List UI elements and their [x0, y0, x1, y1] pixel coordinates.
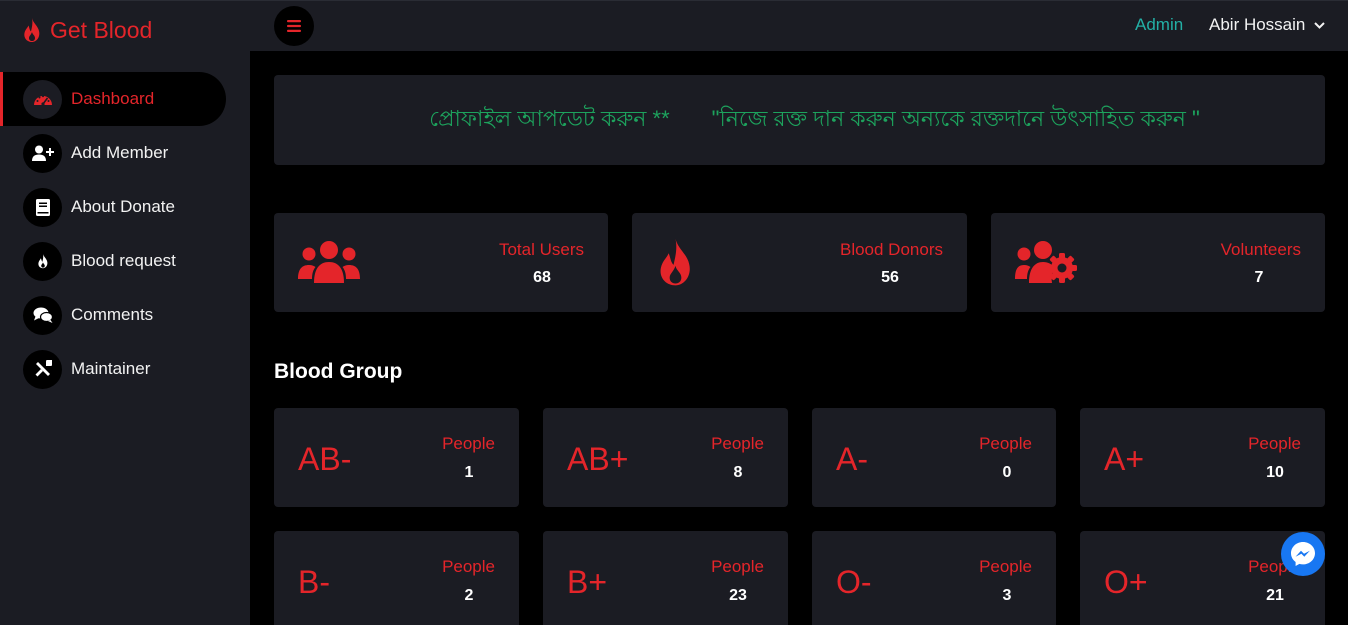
stat-value: 56 — [881, 269, 899, 286]
sidebar: Get Blood Dashboard Add Member About Don… — [0, 1, 250, 625]
sidebar-item-add-member[interactable]: Add Member — [0, 126, 250, 180]
user-role-label: Admin — [1135, 15, 1184, 34]
hamburger-icon — [287, 20, 301, 32]
messenger-icon — [1291, 542, 1315, 566]
blood-group-card-b-pos: B+ People 23 — [543, 531, 788, 625]
stat-value: 7 — [1254, 269, 1264, 286]
blood-group-name: B- — [298, 564, 330, 600]
blood-group-name: O+ — [1104, 564, 1148, 600]
sidebar-item-label: Comments — [71, 305, 154, 324]
sidebar-item-label: Add Member — [71, 143, 169, 162]
blood-group-name: B+ — [567, 564, 608, 600]
people-label: People — [711, 434, 764, 453]
tools-icon — [23, 349, 62, 389]
sidebar-item-about-donate[interactable]: About Donate — [0, 180, 250, 234]
notice-text-profile: প্রোফাইল আপডেট করুন ** — [429, 105, 670, 131]
menu-toggle-button[interactable] — [274, 6, 314, 46]
people-count: 21 — [1266, 587, 1284, 604]
people-count: 3 — [1002, 587, 1012, 604]
fire-icon — [23, 241, 62, 281]
stat-label: Total Users — [498, 240, 584, 259]
user-menu[interactable]: Abir Hossain — [1209, 15, 1326, 35]
blood-group-name: AB+ — [567, 441, 629, 477]
app-root: Get Blood Dashboard Add Member About Don… — [0, 0, 1348, 625]
fire-icon — [660, 238, 690, 286]
messenger-chat-button[interactable] — [1281, 532, 1325, 576]
blood-group-card-b-neg: B- People 2 — [274, 531, 519, 625]
blood-group-card-a-neg: A- People 0 — [812, 408, 1056, 507]
people-label: People — [711, 557, 764, 576]
people-count: 2 — [464, 587, 474, 604]
blood-group-card-a-pos: A+ People 10 — [1080, 408, 1325, 507]
stat-value: 68 — [533, 269, 551, 286]
blood-group-card-ab-neg: AB- People 1 — [274, 408, 519, 507]
users-cog-icon — [1015, 241, 1077, 283]
stat-card-blood-donors: Blood Donors 56 — [632, 213, 967, 312]
chevron-down-icon — [1314, 21, 1326, 29]
people-label: People — [979, 434, 1032, 453]
brand-logo[interactable]: Get Blood — [22, 15, 152, 45]
blood-group-card-o-neg: O- People 3 — [812, 531, 1056, 625]
fire-icon — [24, 18, 40, 42]
people-label: People — [979, 557, 1032, 576]
users-icon — [298, 241, 360, 283]
sidebar-item-blood-request[interactable]: Blood request — [0, 234, 250, 288]
notice-text-slogan: "নিজে রক্ত দান করুন অন্যকে রক্তদানে উৎসা… — [711, 105, 1200, 131]
people-count: 10 — [1266, 464, 1284, 481]
blood-group-name: O- — [836, 564, 872, 600]
people-label: People — [442, 434, 495, 453]
blood-group-title: Blood Group — [274, 360, 403, 383]
stat-card-total-users: Total Users 68 — [274, 213, 608, 312]
sidebar-item-label: Maintainer — [71, 359, 151, 378]
blood-group-name: A- — [836, 441, 868, 477]
people-count: 8 — [733, 464, 743, 481]
user-plus-icon — [23, 133, 62, 173]
stat-label: Volunteers — [1220, 240, 1301, 259]
sidebar-item-comments[interactable]: Comments — [0, 288, 250, 342]
user-name: Abir Hossain — [1209, 15, 1306, 34]
people-label: People — [442, 557, 495, 576]
stat-label: Blood Donors — [839, 240, 943, 259]
people-count: 0 — [1002, 464, 1012, 481]
comments-icon — [23, 295, 62, 335]
sidebar-item-maintainer[interactable]: Maintainer — [0, 342, 250, 396]
people-count: 1 — [464, 464, 474, 481]
book-icon — [23, 187, 62, 227]
sidebar-nav: Dashboard Add Member About Donate Blood … — [0, 72, 250, 396]
notice-banner: প্রোফাইল আপডেট করুন ** "নিজে রক্ত দান কর… — [274, 75, 1325, 165]
sidebar-item-label: About Donate — [71, 197, 175, 216]
stat-card-volunteers: Volunteers 7 — [991, 213, 1325, 312]
gauge-icon — [23, 79, 62, 119]
sidebar-item-label: Dashboard — [71, 89, 155, 108]
blood-group-card-ab-pos: AB+ People 8 — [543, 408, 788, 507]
blood-group-name: AB- — [298, 441, 352, 477]
people-label: People — [1248, 434, 1301, 453]
sidebar-item-dashboard[interactable]: Dashboard — [0, 72, 226, 126]
top-navbar: Admin Abir Hossain — [250, 1, 1348, 51]
people-count: 23 — [729, 587, 747, 604]
brand-name: Get Blood — [50, 16, 153, 43]
blood-group-name: A+ — [1104, 441, 1145, 477]
sidebar-item-label: Blood request — [71, 251, 176, 270]
